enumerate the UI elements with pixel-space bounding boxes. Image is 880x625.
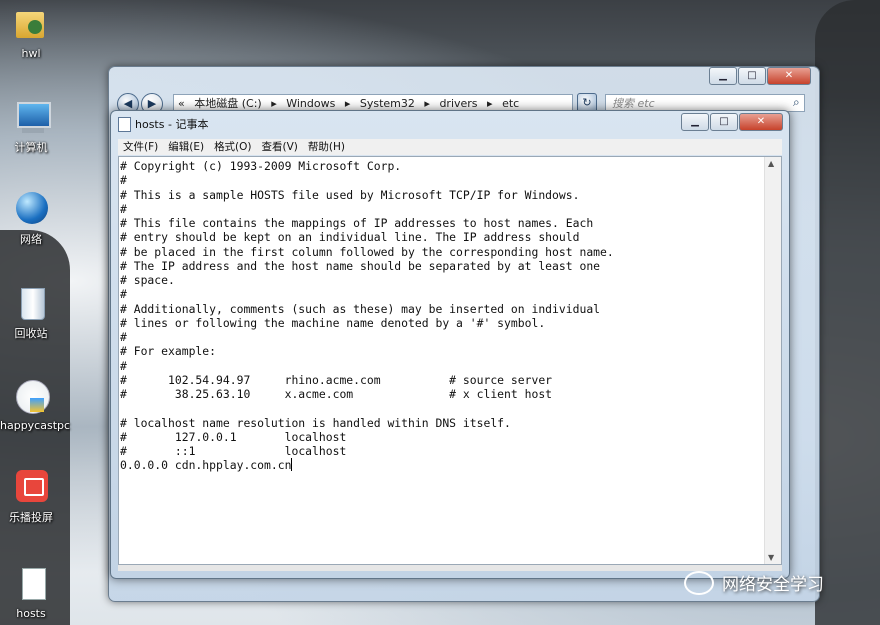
notepad-window: hosts - 记事本 ▁ □ ✕ 文件(F) 编辑(E) 格式(O) 查看(V…: [110, 110, 790, 579]
breadcrumb-separator: ▸: [271, 97, 277, 110]
menu-bar: 文件(F) 编辑(E) 格式(O) 查看(V) 帮助(H): [118, 139, 782, 155]
maximize-icon[interactable]: □: [738, 67, 766, 85]
desktop-icon-user-folder[interactable]: hwl: [0, 6, 62, 60]
wechat-icon: [684, 570, 714, 595]
minimize-icon[interactable]: ▁: [681, 113, 709, 131]
breadcrumb-windows[interactable]: Windows: [286, 97, 335, 110]
network-globe-icon: [12, 190, 50, 228]
menu-view[interactable]: 查看(V): [257, 139, 303, 155]
menu-format[interactable]: 格式(O): [209, 139, 256, 155]
text-editor[interactable]: # Copyright (c) 1993-2009 Microsoft Corp…: [118, 156, 782, 565]
user-folder-icon: [12, 6, 50, 44]
happycast-icon: [12, 378, 50, 416]
scroll-down-icon[interactable]: ▼: [768, 553, 774, 562]
desktop-icon-recycle-bin[interactable]: 回收站: [0, 284, 62, 341]
wechat-watermark: 网络安全学习: [684, 570, 824, 595]
window-title: hosts - 记事本: [135, 118, 209, 131]
desktop-icon-lebo[interactable]: 乐播投屏: [0, 468, 62, 525]
hosts-file-content[interactable]: # Copyright (c) 1993-2009 Microsoft Corp…: [120, 159, 614, 473]
text-caret: [291, 458, 293, 472]
desktop-icon-network[interactable]: 网络: [0, 190, 62, 247]
breadcrumb-etc[interactable]: etc: [502, 97, 519, 110]
close-icon[interactable]: ✕: [767, 67, 811, 85]
close-icon[interactable]: ✕: [739, 113, 783, 131]
watermark-text: 网络安全学习: [722, 575, 824, 595]
breadcrumb-drive[interactable]: 本地磁盘 (C:): [194, 97, 261, 110]
file-icon: [12, 566, 50, 604]
vertical-scrollbar[interactable]: ▲ ▼: [764, 157, 781, 564]
breadcrumb-separator: ▸: [344, 97, 351, 110]
desktop-icon-computer[interactable]: 计算机: [0, 98, 62, 155]
breadcrumb-separator: ▸: [424, 97, 430, 110]
breadcrumb-system32[interactable]: System32: [360, 97, 415, 110]
computer-icon: [12, 98, 51, 136]
file-text[interactable]: # Copyright (c) 1993-2009 Microsoft Corp…: [120, 159, 614, 472]
breadcrumb-drivers[interactable]: drivers: [439, 97, 477, 110]
maximize-icon[interactable]: □: [710, 113, 738, 131]
breadcrumb-overflow[interactable]: «: [178, 97, 185, 110]
menu-edit[interactable]: 编辑(E): [163, 139, 209, 155]
desktop-icon-happycast[interactable]: happycastpc: [0, 378, 70, 432]
notepad-icon: [118, 117, 131, 132]
notepad-window-controls: ▁ □ ✕: [680, 113, 783, 131]
explorer-window-controls: ▁ □ ✕: [708, 67, 811, 85]
recycle-bin-icon: [12, 284, 50, 322]
menu-help[interactable]: 帮助(H): [303, 139, 350, 155]
lebo-cast-icon: [12, 468, 50, 506]
status-strip: [118, 565, 782, 571]
minimize-icon[interactable]: ▁: [709, 67, 737, 85]
search-icon[interactable]: ⌕: [793, 95, 800, 110]
rock-right: [815, 0, 880, 625]
breadcrumb-separator: ▸: [487, 97, 493, 110]
desktop-icon-hosts-file[interactable]: hosts: [0, 566, 62, 620]
scroll-up-icon[interactable]: ▲: [768, 159, 774, 168]
menu-file[interactable]: 文件(F): [118, 139, 163, 155]
